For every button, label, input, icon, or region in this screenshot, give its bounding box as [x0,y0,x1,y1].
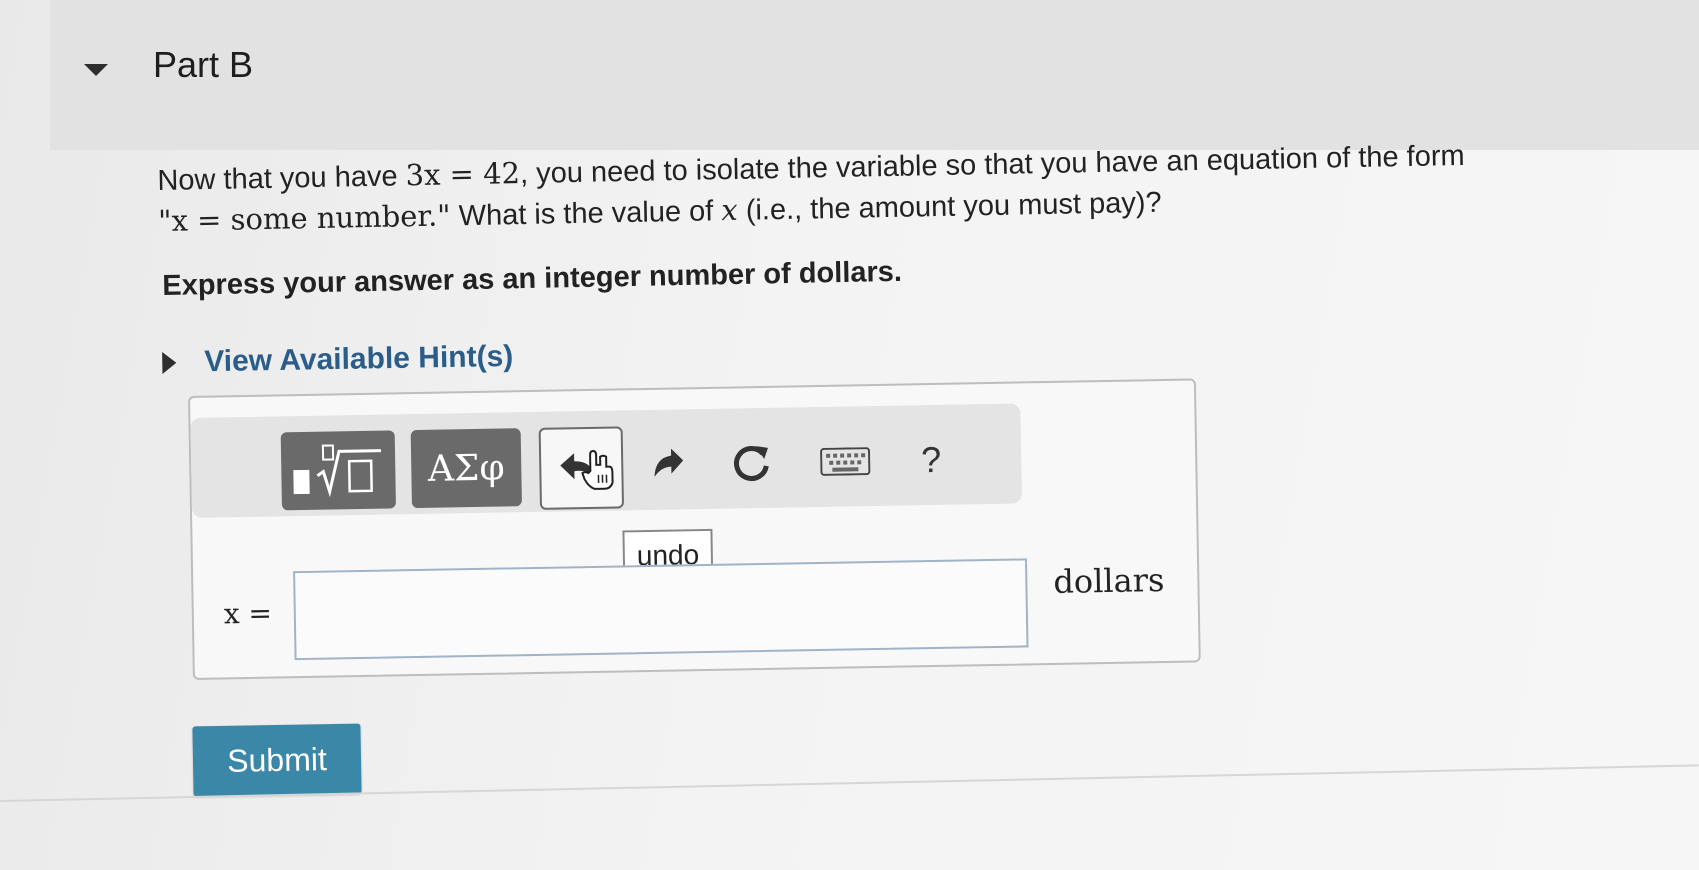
answer-instruction: Express your answer as an integer number… [162,255,903,302]
undo-button[interactable] [538,426,625,510]
view-hints-toggle[interactable]: View Available Hint(s) [162,340,514,380]
greek-symbols-button[interactable]: ΑΣφ [410,428,522,509]
redo-button[interactable] [639,425,700,504]
part-title: Part B [153,44,254,85]
keyboard-icon [820,447,871,476]
undo-icon [560,449,614,490]
redo-icon [654,448,684,477]
help-button[interactable]: ? [901,421,962,500]
variable-x: x [721,192,739,228]
expand-caret-icon[interactable] [162,351,177,374]
answer-variable-label: x = [223,596,273,631]
equation-form: "x = some number." [157,198,451,238]
collapse-caret-icon[interactable] [84,64,108,76]
view-hints-link[interactable]: View Available Hint(s) [204,340,514,379]
answer-input[interactable] [293,558,1029,661]
equation-inline: 3x = 42 [405,156,521,193]
keyboard-button[interactable] [803,422,888,501]
question-text-3: What is the value of [450,195,722,233]
question-text-4: (i.e., the amount you must pay)? [737,186,1162,227]
page: Part B Now that you have 3x = 42, you ne… [0,0,1699,870]
templates-button[interactable] [280,430,396,511]
part-header[interactable] [50,0,1699,150]
reset-icon [734,446,769,481]
question-text-1: Now that you have [157,160,406,197]
submit-button[interactable]: Submit [192,723,362,797]
answer-box: ΑΣφ ? undo x = dollars [188,378,1201,680]
reset-button[interactable] [716,424,787,503]
answer-unit: dollars [1053,560,1165,601]
template-radical-icon [293,444,382,498]
